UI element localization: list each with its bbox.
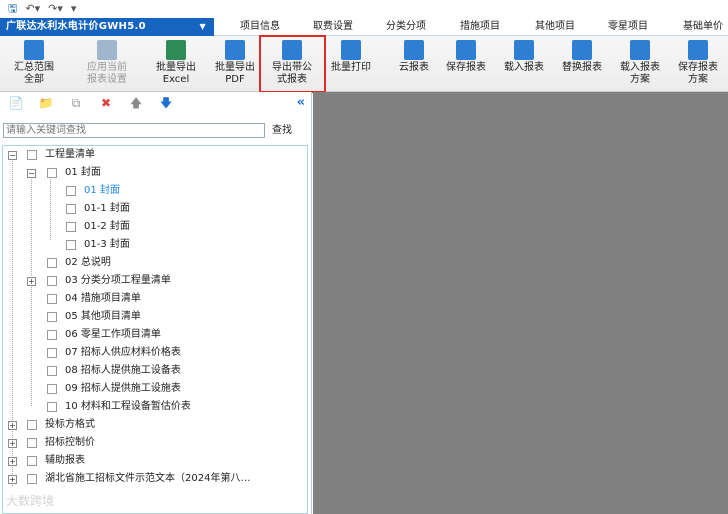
summary-range-button[interactable]: 汇总范围 全部: [6, 38, 62, 90]
checkbox[interactable]: [47, 276, 57, 286]
checkbox[interactable]: [47, 330, 57, 340]
expand-toggle[interactable]: −: [8, 151, 17, 160]
save-report-icon: [456, 40, 476, 60]
save-report-button[interactable]: 保存报表: [438, 38, 494, 90]
menu-fee-settings[interactable]: 取费设置: [313, 18, 353, 36]
delete-icon[interactable]: ✖: [98, 96, 114, 110]
collapse-panel-icon[interactable]: «: [297, 95, 305, 110]
tree-node[interactable]: − 01 封面: [3, 164, 303, 182]
menu-other-items[interactable]: 其他项目: [535, 18, 575, 36]
save-scheme-icon: [688, 40, 708, 60]
tree-node[interactable]: + 投标方格式: [3, 416, 303, 434]
redo-icon[interactable]: ↷▾: [48, 2, 63, 16]
tree-node[interactable]: 09 招标人提供施工设施表: [3, 380, 303, 398]
save-icon[interactable]: 🖫: [8, 2, 17, 16]
replace-report-icon: [572, 40, 592, 60]
menu-sporadic-items[interactable]: 零星项目: [608, 18, 648, 36]
checkbox[interactable]: [47, 312, 57, 322]
tree-node[interactable]: + 辅助报表: [3, 452, 303, 470]
checkbox[interactable]: [47, 168, 57, 178]
tree-node[interactable]: 01-1 封面: [3, 200, 303, 218]
tree-node[interactable]: + 湖北省施工招标文件示范文本（2024年第八…: [3, 470, 303, 488]
load-report-scheme-button[interactable]: 载入报表 方案: [612, 38, 668, 90]
tree-node[interactable]: 01-2 封面: [3, 218, 303, 236]
tree-node[interactable]: − 工程量清单: [3, 146, 303, 164]
checkbox[interactable]: [66, 186, 76, 196]
tree-node[interactable]: + 03 分类分项工程量清单: [3, 272, 303, 290]
summary-icon: [24, 40, 44, 60]
checkbox[interactable]: [47, 384, 57, 394]
copy-icon[interactable]: ⧉: [68, 96, 84, 110]
tree-node[interactable]: 07 招标人供应材料价格表: [3, 344, 303, 362]
tree-node[interactable]: 10 材料和工程设备暂估价表: [3, 398, 303, 416]
tree-node[interactable]: + 招标控制价: [3, 434, 303, 452]
expand-toggle[interactable]: +: [8, 457, 17, 466]
ribbon-toolbar: 汇总范围 全部 应用当前 报表设置 批量导出 Excel 批量导出 PDF 导出…: [0, 36, 728, 92]
search-input[interactable]: [3, 123, 265, 138]
excel-icon: [166, 40, 186, 60]
expand-toggle[interactable]: +: [8, 421, 17, 430]
tree-node[interactable]: 01-3 封面: [3, 236, 303, 254]
save-report-scheme-button[interactable]: 保存报表 方案: [670, 38, 726, 90]
checkbox[interactable]: [66, 204, 76, 214]
checkbox[interactable]: [47, 366, 57, 376]
customize-icon[interactable]: ▾: [71, 2, 77, 16]
tree-node[interactable]: 06 零星工作项目清单: [3, 326, 303, 344]
batch-export-pdf-button[interactable]: 批量导出 PDF: [207, 38, 263, 90]
report-tree-panel: 📄 📁 ⧉ ✖ 🡅 🡇 « 查找 − 工程量清单 − 01 封面 01 封面: [0, 92, 312, 514]
move-up-icon[interactable]: 🡅: [128, 96, 144, 110]
panel-toolbar: 📄 📁 ⧉ ✖ 🡅 🡇: [0, 92, 312, 114]
expand-toggle[interactable]: −: [27, 169, 36, 178]
cloud-report-icon: [404, 40, 424, 60]
app-title: 广联达水利水电计价GWH5.0: [6, 21, 146, 32]
checkbox[interactable]: [47, 402, 57, 412]
menu-project-info[interactable]: 项目信息: [240, 18, 280, 36]
checkbox[interactable]: [27, 150, 37, 160]
expand-toggle[interactable]: +: [8, 475, 17, 484]
load-report-button[interactable]: 载入报表: [496, 38, 552, 90]
cloud-report-button[interactable]: 云报表: [386, 38, 442, 90]
highlight-box: [259, 35, 326, 93]
checkbox[interactable]: [47, 348, 57, 358]
watermark: 大数跨境: [6, 494, 55, 508]
move-down-icon[interactable]: 🡇: [158, 96, 174, 110]
apply-settings-icon: [97, 40, 117, 60]
apply-report-settings-button[interactable]: 应用当前 报表设置: [79, 38, 135, 90]
expand-toggle[interactable]: +: [27, 277, 36, 286]
checkbox[interactable]: [66, 240, 76, 250]
search-button[interactable]: 查找: [272, 123, 292, 138]
app-menu-button[interactable]: 广联达水利水电计价GWH5.0 ▼: [0, 18, 214, 36]
tree-node[interactable]: 05 其他项目清单: [3, 308, 303, 326]
new-report-icon[interactable]: 📄: [8, 96, 24, 110]
checkbox[interactable]: [27, 474, 37, 484]
report-preview-area: [313, 92, 728, 514]
quick-access-toolbar: 🖫 ↶▾ ↷▾ ▾: [0, 0, 728, 18]
checkbox[interactable]: [47, 294, 57, 304]
batch-print-button[interactable]: 批量打印: [323, 38, 379, 90]
menu-measure-items[interactable]: 措施项目: [460, 18, 500, 36]
menu-category-items[interactable]: 分类分项: [386, 18, 426, 36]
load-report-icon: [514, 40, 534, 60]
checkbox[interactable]: [27, 456, 37, 466]
tree-node[interactable]: 08 招标人提供施工设备表: [3, 362, 303, 380]
checkbox[interactable]: [27, 438, 37, 448]
expand-toggle[interactable]: +: [8, 439, 17, 448]
batch-export-excel-button[interactable]: 批量导出 Excel: [148, 38, 204, 90]
pdf-icon: [225, 40, 245, 60]
checkbox[interactable]: [66, 222, 76, 232]
print-icon: [341, 40, 361, 60]
tree-node[interactable]: 04 措施项目清单: [3, 290, 303, 308]
menu-bar: 广联达水利水电计价GWH5.0 ▼ 项目信息 取费设置 分类分项 措施项目 其他…: [0, 18, 728, 36]
report-tree: − 工程量清单 − 01 封面 01 封面 01-1 封面 01-2 封面 01…: [2, 145, 308, 514]
undo-icon[interactable]: ↶▾: [25, 2, 40, 16]
chevron-down-icon: ▼: [199, 22, 206, 31]
new-folder-icon[interactable]: 📁: [38, 96, 54, 110]
checkbox[interactable]: [47, 258, 57, 268]
tree-node[interactable]: 02 总说明: [3, 254, 303, 272]
load-scheme-icon: [630, 40, 650, 60]
checkbox[interactable]: [27, 420, 37, 430]
menu-base-price[interactable]: 基础单价: [683, 18, 723, 36]
replace-report-button[interactable]: 替换报表: [554, 38, 610, 90]
tree-node[interactable]: 01 封面: [3, 182, 303, 200]
